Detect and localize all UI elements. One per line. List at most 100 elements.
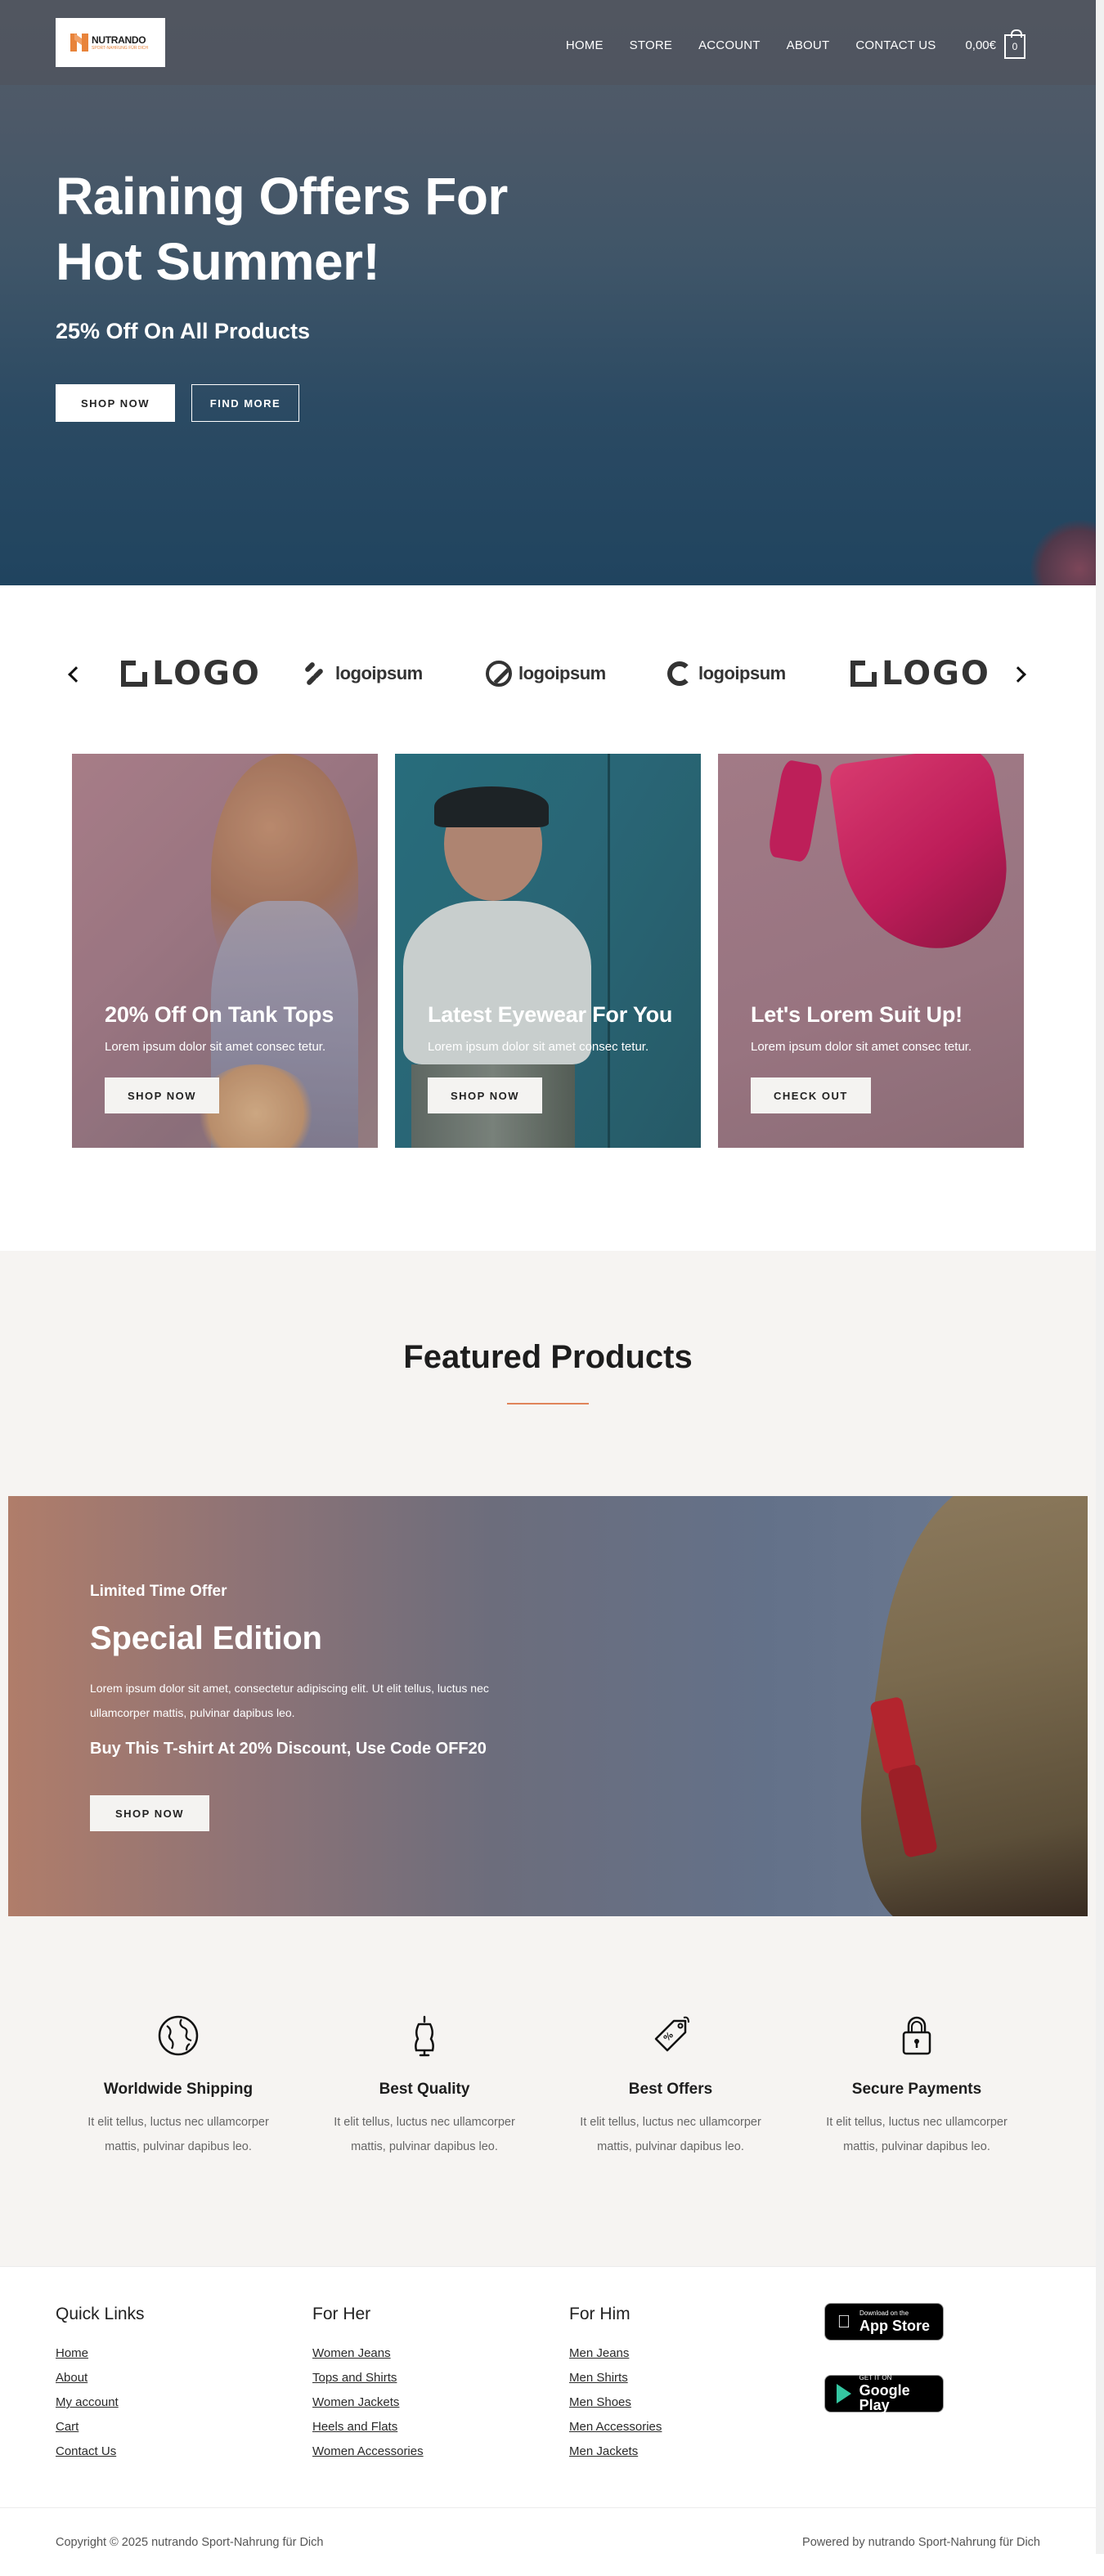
brand-logo-4: logoipsum [667, 657, 786, 690]
footer-for-him: For Him Men Jeans Men Shirts Men Shoes M… [569, 2305, 662, 2468]
footer-link-about[interactable]: About [56, 2370, 145, 2386]
banner-kicker: Limited Time Offer [90, 1583, 227, 1600]
footer-link-contact-us[interactable]: Contact Us [56, 2444, 145, 2459]
footer-link-men-accessories[interactable]: Men Accessories [569, 2419, 662, 2435]
promo-card-title: Let's Lorem Suit Up! [751, 1002, 963, 1027]
logo-name: NUTRANDO [92, 34, 146, 46]
promo-card-text: Lorem ipsum dolor sit amet consec tetur. [428, 1040, 649, 1054]
brand-logo-2: logoipsum [303, 657, 423, 690]
special-edition-section: Limited Time Offer Special Edition Lorem… [0, 1496, 1096, 1916]
page-scrollbar[interactable] [1096, 0, 1104, 2554]
brand-logo-3: logoipsum [486, 657, 606, 690]
footer-link-home[interactable]: Home [56, 2345, 145, 2361]
nav-account[interactable]: ACCOUNT [698, 38, 761, 52]
padlock-icon [902, 2016, 931, 2055]
footer-link-my-account[interactable]: My account [56, 2395, 145, 2410]
hero-shop-now-button[interactable]: SHOP NOW [56, 384, 175, 422]
banner-offer: Buy This T-shirt At 20% Discount, Use Co… [90, 1740, 487, 1758]
footer-column-title: Quick Links [56, 2305, 145, 2323]
app-store-big-text: App Store [859, 2318, 931, 2334]
feature-best-offers: % Best Offers It elit tellus, luctus nec… [548, 2014, 793, 2159]
cart-count: 0 [1012, 41, 1018, 52]
brand-carousel: LOGO logoipsum logoipsum logoipsum LOGO [0, 585, 1096, 754]
footer-link-women-jeans[interactable]: Women Jeans [312, 2345, 424, 2361]
feature-text: It elit tellus, luctus nec ullamcorper m… [580, 2116, 761, 2153]
site-logo[interactable]: NUTRANDO SPORT-NAHRUNG FÜR DICH [56, 18, 165, 67]
cart-total: 0,00€ [965, 38, 996, 52]
powered-by-text: Powered by nutrando Sport-Nahrung für Di… [802, 2535, 1040, 2549]
featured-title: Featured Products [403, 1339, 693, 1375]
logo-half-circle-icon [667, 661, 692, 686]
hero-find-more-button[interactable]: FIND MORE [191, 384, 299, 422]
promo-card-button[interactable]: SHOP NOW [105, 1077, 219, 1113]
site-header: NUTRANDO SPORT-NAHRUNG FÜR DICH HOME STO… [0, 0, 1096, 85]
promo-card-text: Lorem ipsum dolor sit amet consec tetur. [751, 1040, 972, 1054]
promo-card-eyewear: Latest Eyewear For You Lorem ipsum dolor… [395, 754, 701, 1148]
banner-description: Lorem ipsum dolor sit amet, consectetur … [90, 1682, 489, 1719]
apple-icon:  [835, 2311, 853, 2332]
footer-link-heels-and-flats[interactable]: Heels and Flats [312, 2419, 424, 2435]
brand-logo-3-text: logoipsum [518, 663, 606, 683]
logo-square-icon [121, 661, 147, 687]
promo-card-button[interactable]: CHECK OUT [751, 1077, 871, 1113]
footer-link-women-jackets[interactable]: Women Jackets [312, 2395, 424, 2410]
brand-logo-5: LOGO [850, 655, 990, 692]
promo-cards: 20% Off On Tank Tops Lorem ipsum dolor s… [0, 754, 1096, 1251]
carousel-next-icon[interactable] [1010, 666, 1026, 683]
carousel-prev-icon[interactable] [68, 666, 84, 683]
cart-button[interactable]: 0,00€ 0 [965, 29, 1025, 59]
google-play-icon [835, 2383, 853, 2404]
footer-link-men-shirts[interactable]: Men Shirts [569, 2370, 662, 2386]
hero-subtitle: 25% Off On All Products [56, 319, 311, 343]
logo-tagline: SPORT-NAHRUNG FÜR DICH [92, 45, 149, 51]
feature-text: It elit tellus, luctus nec ullamcorper m… [88, 2116, 269, 2153]
logo-mark-icon [70, 33, 88, 52]
footer-column-title: For Him [569, 2305, 631, 2323]
feature-secure-payments: Secure Payments It elit tellus, luctus n… [794, 2014, 1039, 2159]
footer-link-cart[interactable]: Cart [56, 2419, 145, 2435]
footer-link-tops-and-shirts[interactable]: Tops and Shirts [312, 2370, 424, 2386]
app-store-badge[interactable]:  Download on the App Store [824, 2303, 944, 2341]
hero-section: NUTRANDO SPORT-NAHRUNG FÜR DICH HOME STO… [0, 0, 1096, 585]
feature-best-quality: Best Quality It elit tellus, luctus nec … [302, 2014, 547, 2159]
featured-products-section: Featured Products [0, 1251, 1096, 1496]
promo-card-tank-tops: 20% Off On Tank Tops Lorem ipsum dolor s… [72, 754, 378, 1148]
footer-link-women-accessories[interactable]: Women Accessories [312, 2444, 424, 2459]
features-section: Worldwide Shipping It elit tellus, luctu… [0, 1916, 1096, 2266]
price-tag-icon: % [654, 2016, 689, 2052]
footer-link-men-jeans[interactable]: Men Jeans [569, 2345, 662, 2361]
nav-about[interactable]: ABOUT [787, 38, 830, 52]
brand-logo-1: LOGO [121, 655, 261, 692]
feature-worldwide-shipping: Worldwide Shipping It elit tellus, luctu… [56, 2014, 301, 2159]
brand-logo-5-text: LOGO [882, 655, 990, 692]
banner-shop-now-button[interactable]: SHOP NOW [90, 1795, 209, 1831]
main-nav: HOME STORE ACCOUNT ABOUT CONTACT US 0,00… [540, 29, 1025, 59]
brand-logo-4-text: logoipsum [698, 663, 786, 683]
google-play-badge[interactable]: GET IT ON Google Play [824, 2375, 944, 2412]
hero-title: Raining Offers For Hot Summer! [56, 167, 508, 291]
footer-quick-links: Quick Links Home About My account Cart C… [56, 2305, 145, 2468]
logo-square-icon [850, 661, 877, 687]
logo-ring-icon [486, 661, 512, 687]
brand-logo-1-text: LOGO [152, 655, 261, 692]
site-footer: Quick Links Home About My account Cart C… [0, 2266, 1096, 2575]
feature-title: Secure Payments [851, 2081, 982, 2098]
banner-title: Special Edition [90, 1620, 322, 1656]
nav-contact-us[interactable]: CONTACT US [855, 38, 936, 52]
feature-text: It elit tellus, luctus nec ullamcorper m… [826, 2116, 1008, 2153]
feature-title: Best Offers [628, 2081, 713, 2098]
promo-card-suit-up: Let's Lorem Suit Up! Lorem ipsum dolor s… [718, 754, 1024, 1148]
feature-title: Worldwide Shipping [103, 2081, 254, 2098]
nav-store[interactable]: STORE [630, 38, 672, 52]
footer-link-men-shoes[interactable]: Men Shoes [569, 2395, 662, 2410]
promo-card-title: Latest Eyewear For You [428, 1002, 673, 1027]
promo-card-button[interactable]: SHOP NOW [428, 1077, 542, 1113]
footer-link-men-jackets[interactable]: Men Jackets [569, 2444, 662, 2459]
google-play-big-text: Google Play [859, 2382, 910, 2413]
promo-card-text: Lorem ipsum dolor sit amet consec tetur. [105, 1040, 326, 1054]
nav-home[interactable]: HOME [566, 38, 604, 52]
feature-text: It elit tellus, luctus nec ullamcorper m… [334, 2116, 515, 2153]
shopping-bag-icon: 0 [1004, 29, 1025, 59]
globe-icon [158, 2015, 199, 2056]
footer-bottom-bar: Copyright © 2025 nutrando Sport-Nahrung … [0, 2507, 1096, 2576]
